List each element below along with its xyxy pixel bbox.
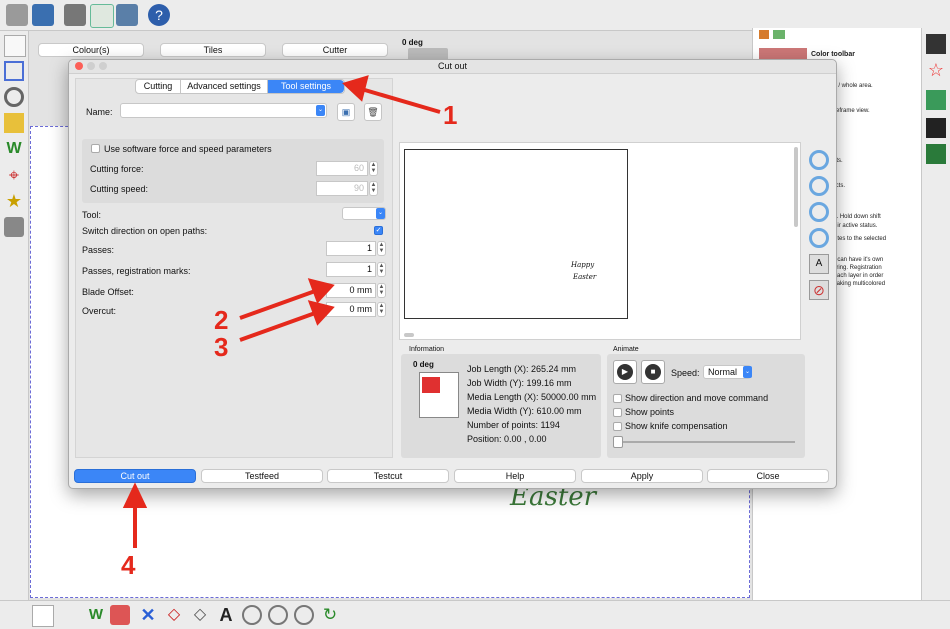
arrow-3-head bbox=[307, 300, 335, 326]
annotation-arrows bbox=[122, 75, 441, 548]
arrow-1 bbox=[357, 86, 441, 114]
annotation-4: 4 bbox=[121, 550, 136, 580]
arrow-2 bbox=[239, 288, 319, 320]
arrow-1-head bbox=[342, 75, 369, 102]
annotation-1: 1 bbox=[443, 100, 458, 130]
arrow-2-head bbox=[307, 278, 335, 304]
annotation-3: 3 bbox=[214, 332, 229, 362]
arrow-4-head bbox=[122, 482, 148, 508]
arrow-3 bbox=[239, 310, 319, 342]
